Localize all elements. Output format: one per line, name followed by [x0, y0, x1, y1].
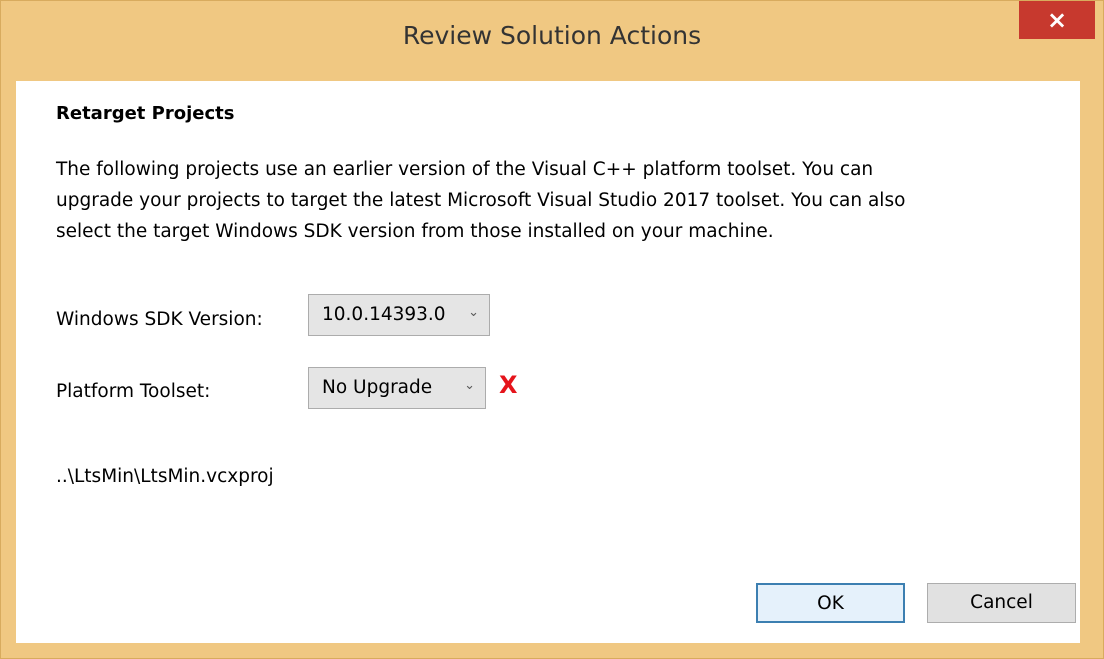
description-line: select the target Windows SDK version fr… [56, 221, 774, 242]
title-bar[interactable]: Review Solution Actions × [1, 1, 1103, 81]
cancel-button[interactable]: Cancel [927, 583, 1076, 623]
ok-button[interactable]: OK [756, 583, 905, 623]
chevron-down-icon: ⌄ [468, 305, 479, 320]
chevron-down-icon: ⌄ [464, 378, 475, 393]
sdk-version-label: Windows SDK Version: [56, 309, 263, 330]
dialog-content: Retarget Projects The following projects… [16, 81, 1080, 643]
sdk-version-dropdown[interactable]: 10.0.14393.0 ⌄ [308, 294, 490, 336]
platform-toolset-dropdown[interactable]: No Upgrade ⌄ [308, 367, 486, 409]
project-path: ..\LtsMin\LtsMin.vcxproj [56, 466, 274, 487]
platform-toolset-value: No Upgrade [322, 377, 433, 398]
annotation-x-mark: X [499, 371, 518, 399]
description-text: The following projects use an earlier ve… [56, 154, 1066, 247]
platform-toolset-label: Platform Toolset: [56, 381, 211, 402]
section-heading: Retarget Projects [56, 103, 235, 124]
description-line: upgrade your projects to target the late… [56, 190, 906, 211]
sdk-version-value: 10.0.14393.0 [322, 304, 446, 325]
close-button[interactable]: × [1019, 1, 1095, 39]
window-title: Review Solution Actions [402, 21, 702, 50]
close-icon: × [1046, 6, 1068, 34]
dialog-window: Review Solution Actions × Retarget Proje… [0, 0, 1104, 659]
description-line: The following projects use an earlier ve… [56, 159, 874, 180]
